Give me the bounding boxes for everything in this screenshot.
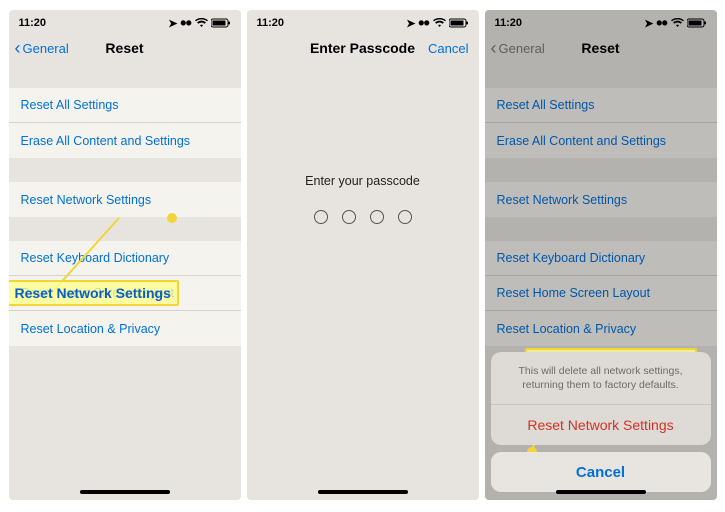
reset-keyboard-dictionary[interactable]: Reset Keyboard Dictionary [9,241,241,276]
location-icon: ➤ [406,17,415,30]
passcode-dots[interactable] [247,210,479,224]
nav-title: Enter Passcode [310,40,415,56]
reset-all-settings: Reset All Settings [485,88,717,123]
action-sheet: This will delete all network settings, r… [491,352,711,492]
back-button[interactable]: ‹General [15,39,69,57]
reset-location-privacy[interactable]: Reset Location & Privacy [9,311,241,346]
battery-icon [687,18,707,28]
screen-reset-list: 11:20 ➤ ⦁⦁ ‹General Reset Reset All Sett… [9,10,241,500]
action-sheet-message: This will delete all network settings, r… [491,352,711,405]
passcode-dot [370,210,384,224]
home-indicator[interactable] [80,490,170,494]
passcode-prompt: Enter your passcode [247,174,479,188]
signal-icon: ⦁⦁ [419,17,430,30]
confirm-reset-network[interactable]: Reset Network Settings [491,405,711,445]
status-time: 11:20 [257,17,285,29]
back-label: General [499,41,545,56]
reset-network-settings[interactable]: Reset Network Settings [9,182,241,217]
wifi-icon [195,18,208,28]
status-bar: 11:20 ➤ ⦁⦁ [485,10,717,32]
nav-title: Reset [581,40,619,56]
back-label: General [23,41,69,56]
wifi-icon [671,18,684,28]
annotation-marker [167,213,177,223]
nav-title: Reset [105,40,143,56]
chevron-left-icon: ‹ [491,39,497,57]
passcode-dot [314,210,328,224]
screen-confirm-sheet: 11:20 ➤ ⦁⦁ ‹General Reset Reset All Sett… [485,10,717,500]
status-time: 11:20 [495,17,523,29]
home-indicator[interactable] [318,490,408,494]
reset-location-privacy: Reset Location & Privacy [485,311,717,346]
status-time: 11:20 [19,17,47,29]
reset-network-settings: Reset Network Settings [485,182,717,217]
status-bar: 11:20 ➤ ⦁⦁ [9,10,241,32]
nav-bar: ‹General Reset [9,32,241,64]
screen-enter-passcode: 11:20 ➤ ⦁⦁ Enter Passcode Cancel Enter y… [247,10,479,500]
location-icon: ➤ [168,17,177,30]
chevron-left-icon: ‹ [15,39,21,57]
battery-icon [449,18,469,28]
back-button: ‹General [491,39,545,57]
wifi-icon [433,18,446,28]
erase-all-content: Erase All Content and Settings [485,123,717,158]
cancel-button[interactable]: Cancel [491,452,711,492]
cancel-button[interactable]: Cancel [428,41,468,56]
erase-all-content[interactable]: Erase All Content and Settings [9,123,241,158]
reset-all-settings[interactable]: Reset All Settings [9,88,241,123]
nav-bar: Enter Passcode Cancel [247,32,479,64]
reset-home-screen-layout: Reset Home Screen Layout [485,276,717,311]
signal-icon: ⦁⦁ [181,17,192,30]
reset-keyboard-dictionary: Reset Keyboard Dictionary [485,241,717,276]
home-indicator[interactable] [556,490,646,494]
passcode-dot [398,210,412,224]
annotation-callout: Reset Network Settings [9,280,179,306]
passcode-dot [342,210,356,224]
status-bar: 11:20 ➤ ⦁⦁ [247,10,479,32]
location-icon: ➤ [644,17,653,30]
battery-icon [211,18,231,28]
signal-icon: ⦁⦁ [657,17,668,30]
nav-bar: ‹General Reset [485,32,717,64]
